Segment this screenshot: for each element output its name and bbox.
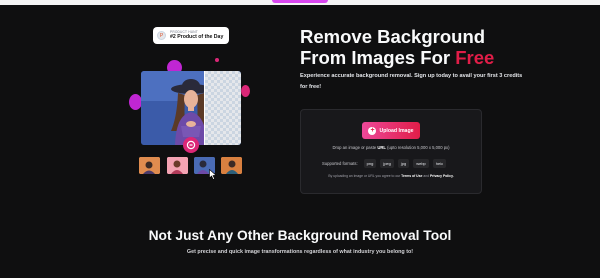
sample-thumbnail-4[interactable]: [221, 157, 242, 174]
terms-of-use-link[interactable]: Terms of Use: [401, 174, 422, 178]
headline-accent: Free: [455, 47, 495, 68]
mouse-pointer-icon: [209, 167, 217, 185]
badge-title: #2 Product of the Day: [170, 34, 224, 40]
sample-thumbnail-1[interactable]: [139, 157, 160, 174]
product-hunt-logo-icon: P: [157, 31, 166, 40]
format-chip: jpeg: [380, 159, 394, 168]
terms-notice: By uploading an Image or URL you agree t…: [328, 174, 454, 178]
format-chip: heic: [432, 159, 447, 168]
plus-circle-icon: +: [368, 126, 377, 135]
hero-image-removed-bg: [205, 71, 241, 145]
comparison-slider[interactable]: [204, 71, 205, 145]
hero-headline: Remove Background From Images For Free: [300, 26, 494, 68]
supported-formats: Supported formats: png jpeg jpg webp hei…: [322, 159, 447, 168]
format-chip: png: [363, 159, 377, 168]
format-chip: webp: [413, 159, 429, 168]
hero-subtext: Experience accurate background removal. …: [300, 73, 523, 90]
formats-label: Supported formats:: [322, 161, 358, 166]
headline-line-1: Remove Background: [300, 26, 486, 47]
product-hunt-badge[interactable]: P PRODUCT HUNT #2 Product of the Day: [153, 27, 229, 44]
headline-line-2: From Images For Free: [300, 47, 495, 68]
format-chip: jpg: [397, 159, 410, 168]
decor-blob-small: [215, 58, 219, 62]
privacy-policy-link[interactable]: Privacy Policy.: [430, 174, 454, 178]
upload-image-button[interactable]: + Upload Image: [362, 122, 420, 139]
section-subtitle: Get precise and quick image transformati…: [186, 249, 414, 255]
url-link[interactable]: URL: [377, 145, 386, 150]
top-bar: [0, 0, 600, 5]
top-bar-indicator: [272, 0, 328, 3]
page: P PRODUCT HUNT #2 Product of the Day Rem…: [0, 0, 600, 278]
upload-button-label: Upload Image: [379, 127, 414, 134]
eraser-icon: [183, 137, 199, 153]
drop-instructions: Drop an image or paste URL (upto resolut…: [332, 145, 450, 150]
sample-thumbnail-2[interactable]: [167, 157, 188, 174]
section-title: Not Just Any Other Background Removal To…: [148, 228, 452, 243]
decor-blob-right: [241, 85, 250, 97]
